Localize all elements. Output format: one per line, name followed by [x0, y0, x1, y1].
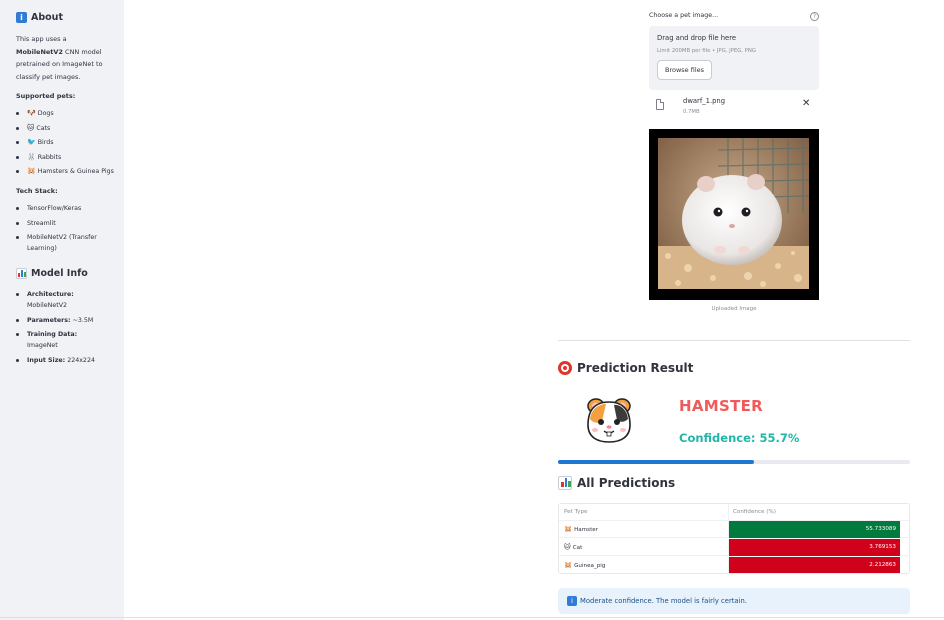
uploaded-file-row: dwarf_1.png 0.7MB ✕: [654, 96, 814, 118]
supported-pets-list: 🐶 Dogs 🐱 Cats 🐦 Birds 🐰 Rabbits 🐹 Hamsters & …: [16, 108, 114, 177]
progress-fill: [558, 460, 755, 464]
prediction-title: Prediction Result: [577, 361, 694, 375]
close-icon[interactable]: ✕: [802, 99, 810, 109]
list-item: MobileNetV2 (Transfer Learning): [16, 232, 114, 254]
pet-label: Cats: [36, 124, 51, 132]
model-info-heading: Model Info: [16, 268, 114, 279]
pet-name: Hamster: [574, 527, 599, 533]
confidence-progress-bar: [558, 460, 910, 464]
uploader-label: Choose a pet image...: [649, 12, 719, 19]
rabbit-icon: 🐰: [27, 152, 36, 161]
info-value: 224x224: [67, 356, 95, 364]
pet-cell: 🐱 Cat: [559, 539, 729, 556]
target-icon: [558, 361, 572, 375]
column-header-pet-type[interactable]: Pet Type: [559, 504, 729, 521]
confidence-cell: 3.769153: [729, 539, 900, 556]
info-icon: i: [16, 12, 27, 23]
confidence-text: Confidence: 55.7%: [679, 431, 800, 445]
hamster-photo: [658, 138, 809, 289]
bar-chart-icon: [558, 476, 572, 490]
list-item: Parameters: ~3.5M: [16, 315, 114, 326]
bar-chart-icon: [16, 268, 27, 279]
info-value: MobileNetV2: [27, 302, 68, 309]
info-value: ~3.5M: [72, 316, 94, 324]
list-item: Training Data: ImageNet: [16, 329, 114, 351]
pet-cell: 🐹 Hamster: [559, 521, 729, 538]
confidence-cell: 2.212863: [729, 557, 900, 573]
table-header-row: Pet Type Confidence (%): [559, 504, 909, 521]
prediction-heading: Prediction Result: [558, 361, 693, 375]
info-key: Parameters:: [27, 316, 71, 324]
pet-cell: 🐹 Guinea_pig: [559, 557, 729, 573]
divider: [0, 617, 944, 618]
supported-pets-title: Supported pets:: [16, 92, 76, 100]
about-heading: i About: [16, 12, 114, 23]
list-item: 🐹 Hamsters & Guinea Pigs: [16, 166, 114, 177]
all-predictions-title: All Predictions: [577, 476, 676, 490]
alert-text: Moderate confidence. The model is fairly…: [580, 597, 747, 605]
list-item: 🐱 Cats: [16, 123, 114, 134]
hamster-icon: 🐹: [564, 525, 573, 533]
info-key: Input Size:: [27, 356, 66, 364]
main-content: Choose a pet image... ? Drag and drop fi…: [124, 0, 944, 620]
about-text: This app uses a MobileNetV2 CNN model pr…: [16, 33, 114, 83]
help-icon[interactable]: ?: [810, 12, 819, 21]
file-dropzone[interactable]: Drag and drop file here Limit 200MB per …: [649, 26, 819, 90]
list-item: Architecture: MobileNetV2: [16, 289, 114, 311]
predictions-table[interactable]: Pet Type Confidence (%) 🐹 Hamster 55.7330…: [558, 503, 910, 574]
dropzone-limit: Limit 200MB per file • JPG, JPEG, PNG: [657, 48, 756, 54]
confidence-cell: 55.733089: [729, 521, 900, 538]
browse-files-button[interactable]: Browse files: [657, 60, 713, 80]
table-row: 🐱 Cat 3.769153: [559, 539, 909, 556]
about-intro-pre: This app uses a: [16, 35, 67, 43]
info-key: Architecture:: [27, 291, 74, 298]
list-item: Input Size: 224x224: [16, 355, 114, 366]
column-header-confidence[interactable]: Confidence (%): [729, 504, 900, 521]
table-row: 🐹 Hamster 55.733089: [559, 521, 909, 538]
info-value: ImageNet: [27, 342, 58, 349]
pet-label: Hamsters & Guinea Pigs: [37, 168, 114, 175]
image-caption: Uploaded Image: [711, 306, 757, 312]
info-icon: i: [567, 596, 577, 606]
hamster-face-icon: [584, 395, 634, 445]
tech-stack-list: TensorFlow/Keras Streamlit MobileNetV2 (…: [16, 203, 114, 254]
list-item: 🐦 Birds: [16, 137, 114, 148]
table-row: 🐹 Guinea_pig 2.212863: [559, 557, 909, 573]
sidebar: i About This app uses a MobileNetV2 CNN …: [0, 0, 124, 620]
dog-icon: 🐶: [27, 109, 36, 117]
list-item: 🐶 Dogs: [16, 108, 114, 119]
pet-name: Guinea_pig: [574, 563, 606, 569]
list-item: 🐰 Rabbits: [16, 152, 114, 163]
bird-icon: 🐦: [27, 138, 36, 146]
file-size: 0.7MB: [683, 109, 700, 115]
list-item: Streamlit: [16, 218, 114, 229]
info-alert: i Moderate confidence. The model is fair…: [558, 588, 910, 614]
about-title: About: [31, 12, 63, 23]
tech-stack-title: Tech Stack:: [16, 187, 58, 195]
pet-label: Birds: [37, 139, 54, 146]
about-model-name: MobileNetV2: [16, 47, 63, 56]
pet-name: Cat: [572, 545, 583, 551]
pet-label: Dogs: [37, 110, 54, 117]
model-info-list: Architecture: MobileNetV2 Parameters: ~3.…: [16, 289, 114, 366]
cat-icon: 🐱: [27, 123, 35, 132]
uploaded-image: [649, 129, 819, 300]
list-item: TensorFlow/Keras: [16, 203, 114, 214]
file-name: dwarf_1.png: [683, 97, 726, 105]
hamster-icon: 🐹: [564, 561, 573, 569]
predicted-class: HAMSTER: [679, 397, 764, 415]
all-predictions-heading: All Predictions: [558, 476, 675, 490]
hamster-icon: 🐹: [27, 167, 36, 175]
divider: [558, 340, 910, 341]
info-key: Training Data:: [27, 331, 78, 338]
model-info-title: Model Info: [31, 268, 88, 279]
pet-label: Rabbits: [37, 153, 62, 161]
cat-icon: 🐱: [564, 543, 571, 551]
file-icon: [656, 99, 664, 110]
dropzone-title: Drag and drop file here: [657, 34, 737, 42]
